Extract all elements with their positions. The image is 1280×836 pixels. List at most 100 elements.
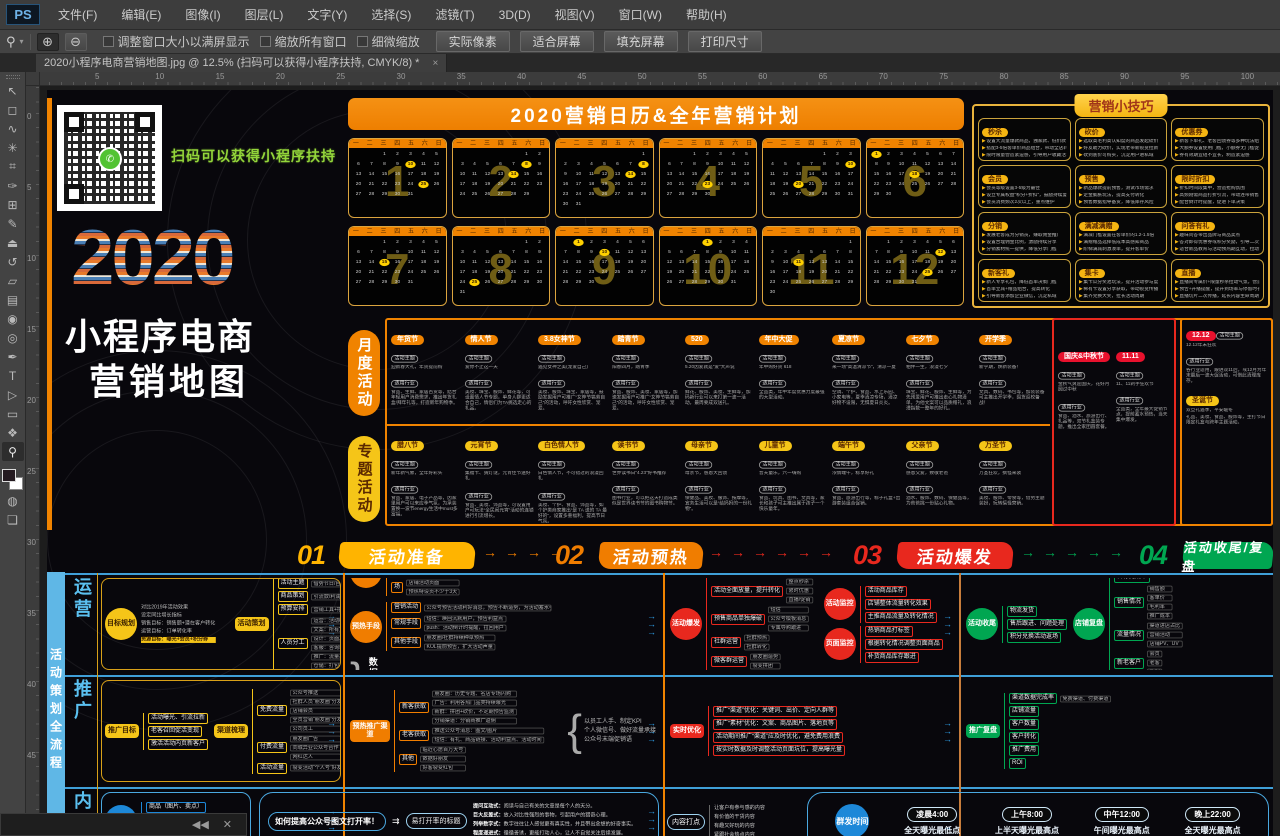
zoom-out-button[interactable]: ⊖ [65,33,87,51]
calendar-day-blank [573,151,583,158]
ruler-number: 20 [276,72,285,81]
color-swatches[interactable] [2,465,24,491]
type-tool-icon[interactable]: T [2,366,24,385]
eyedropper-tool-icon[interactable]: ✑ [2,176,24,195]
panel-grip[interactable] [6,75,20,79]
lasso-tool-icon[interactable]: ∿ [2,119,24,138]
industry-tag: 适用行业 [538,493,565,501]
menu-item-V[interactable]: 视图(V) [543,0,607,30]
data-back-label: 数据回收 [367,657,380,670]
blur-tool-icon[interactable]: ◉ [2,309,24,328]
gradient-tool-icon[interactable]: ▤ [2,290,24,309]
tip-card-title: 秒杀 [982,128,1008,137]
magic-wand-tool-icon[interactable]: ✳ [2,138,24,157]
zoom-tool-icon[interactable]: ⚲ [2,442,24,461]
calendar-day: 13 [353,171,363,178]
option-checkbox-1[interactable]: 缩放所有窗口 [260,33,347,50]
document-tab[interactable]: 2020小程序电商营销地图.jpg @ 12.5% (扫码可以获得小程序扶持, … [36,54,447,72]
calendar-day: 30 [832,191,842,198]
theme-tag: 活动主题 [832,461,859,469]
marquee-tool-icon[interactable]: ◻ [2,100,24,119]
zoom-tool-badge[interactable]: ⚲ ▾ [0,34,31,50]
flow-section-number-04: 04 [1139,540,1167,571]
ruler-number: 100 [1241,72,1254,81]
foreground-color-swatch[interactable] [2,469,16,482]
calendar-day: 1 [521,151,531,158]
activity-industry-row: 适用行业食品、家居、电子产品等，因家里用户可以来应季气氛，为承装置换一波节ene… [391,478,461,524]
option-checkbox-0[interactable]: 调整窗口大小以满屏显示 [103,33,250,50]
calendar-day: 30 [884,191,894,198]
menu-item-Y[interactable]: 文字(Y) [295,0,359,30]
quick-mask-icon[interactable]: ◍ [2,491,24,510]
calendar-month-3: 一二三四五六日312345678910111213141516171819202… [555,138,654,218]
history-brush-tool-icon[interactable]: ↺ [2,252,24,271]
calendar-day-blank [780,239,790,246]
special-card-3: 读书节活动主题世界读书日“4.23”好书推荐适用行业图书行业，可以把这天打造成类… [612,434,682,524]
checkbox-icon[interactable] [260,36,271,47]
menu-item-F[interactable]: 文件(F) [46,0,109,30]
mindmap-item: 商品（图片、卖点） [146,802,221,813]
option-button-0[interactable]: 实际像素 [436,31,510,52]
close-icon[interactable]: ✕ [223,818,232,831]
checkbox-icon[interactable] [103,36,114,47]
calendar-day: 19 [431,171,441,178]
activity-title: 万圣节 [979,441,1012,451]
calendar-day: 23 [703,181,713,188]
menu-item-W[interactable]: 窗口(W) [607,0,674,30]
option-button-1[interactable]: 适合屏幕 [520,31,594,52]
tail-note: 个人微信号、做好流量承接 [584,728,656,735]
weekday-label: 六 [525,229,531,235]
pen-tool-icon[interactable]: ✒ [2,347,24,366]
healing-brush-tool-icon[interactable]: ⊞ [2,195,24,214]
calendar-day: 22 [521,181,531,188]
menu-item-E[interactable]: 编辑(E) [109,0,173,30]
collapse-icon[interactable]: ◀◀ [192,818,209,831]
calendar-day: 6 [677,249,687,256]
menu-item-T[interactable]: 滤镜(T) [423,0,486,30]
option-checkbox-2[interactable]: 细微缩放 [357,33,420,50]
item-sub: 引流款/利润款/形象款 [311,593,341,600]
menu-item-3DD[interactable]: 3D(D) [487,0,543,30]
dodge-tool-icon[interactable]: ◎ [2,328,24,347]
zoom-in-button[interactable]: ⊕ [37,33,59,51]
shape-tool-icon[interactable]: ▭ [2,404,24,423]
tail-note: 公众号末端促销语 [584,737,656,744]
monthly-band-label: 月度活动 [348,330,380,416]
eraser-tool-icon[interactable]: ▱ [2,271,24,290]
tip-bullet: ▶新品爆款提前预售，测试市场需求 [1079,186,1164,191]
calendar-day: 12 [664,259,674,266]
path-select-tool-icon[interactable]: ▷ [2,385,24,404]
activity-theme-row: 活动主题集福卡、猜灯谜，元宵佳节送好礼 [465,453,535,485]
poster-title-line2: 营销地图 [89,353,329,405]
tab-close-icon[interactable]: × [433,58,439,69]
weekday-label: 日 [539,141,545,147]
menu-item-H[interactable]: 帮助(H) [674,0,739,30]
crop-tool-icon[interactable]: ⌗ [2,157,24,176]
menu-item-L[interactable]: 图层(L) [233,0,296,30]
menu-item-I[interactable]: 图像(I) [173,0,232,30]
flow-cell-推广-01: 推广目标活动曝光、引流拉新老客召回促活变现激活活动内页新客户渠道梳理免费流量公众… [101,680,341,782]
calendar-day: 26 [806,279,816,286]
weekday-label: 四 [705,141,711,147]
move-tool-icon[interactable]: ↖ [2,81,24,100]
calendar-days: 1234567891011121314151617181920212223242… [453,148,550,201]
calendar-day: 16 [392,259,402,266]
option-button-3[interactable]: 打印尺寸 [688,31,762,52]
checkbox-icon[interactable] [357,36,368,47]
document-canvas[interactable]: ✆ 扫码可以获得小程序扶持 2020 小程序电商 营销地图 2020营销日历&全… [40,86,1280,836]
calendar-day: 23 [767,279,777,286]
calendar-day: 8 [690,161,700,168]
screen-mode-icon[interactable]: ❏ [2,510,24,529]
tip-bullet: ▶预告+开播提醒，提升到场率与停留时长，带动转化 [1175,287,1260,292]
option-button-2[interactable]: 填充屏幕 [604,31,678,52]
calendar-day: 5 [599,161,609,168]
calendar-day: 7 [690,249,700,256]
brush-tool-icon[interactable]: ✎ [2,214,24,233]
calendar-day: 30 [560,201,570,208]
menu-item-S[interactable]: 选择(S) [359,0,423,30]
openrate-style-line: 巨大反差式：放入对比性强烈的事物，引起用户的猎奇心理。 [473,813,636,819]
clone-stamp-tool-icon[interactable]: ⏏ [2,233,24,252]
wechat-icon: ✆ [98,147,122,171]
item-subs: 免费渠道、付费渠道 [1060,695,1120,703]
hand-tool-icon[interactable]: ❖ [2,423,24,442]
